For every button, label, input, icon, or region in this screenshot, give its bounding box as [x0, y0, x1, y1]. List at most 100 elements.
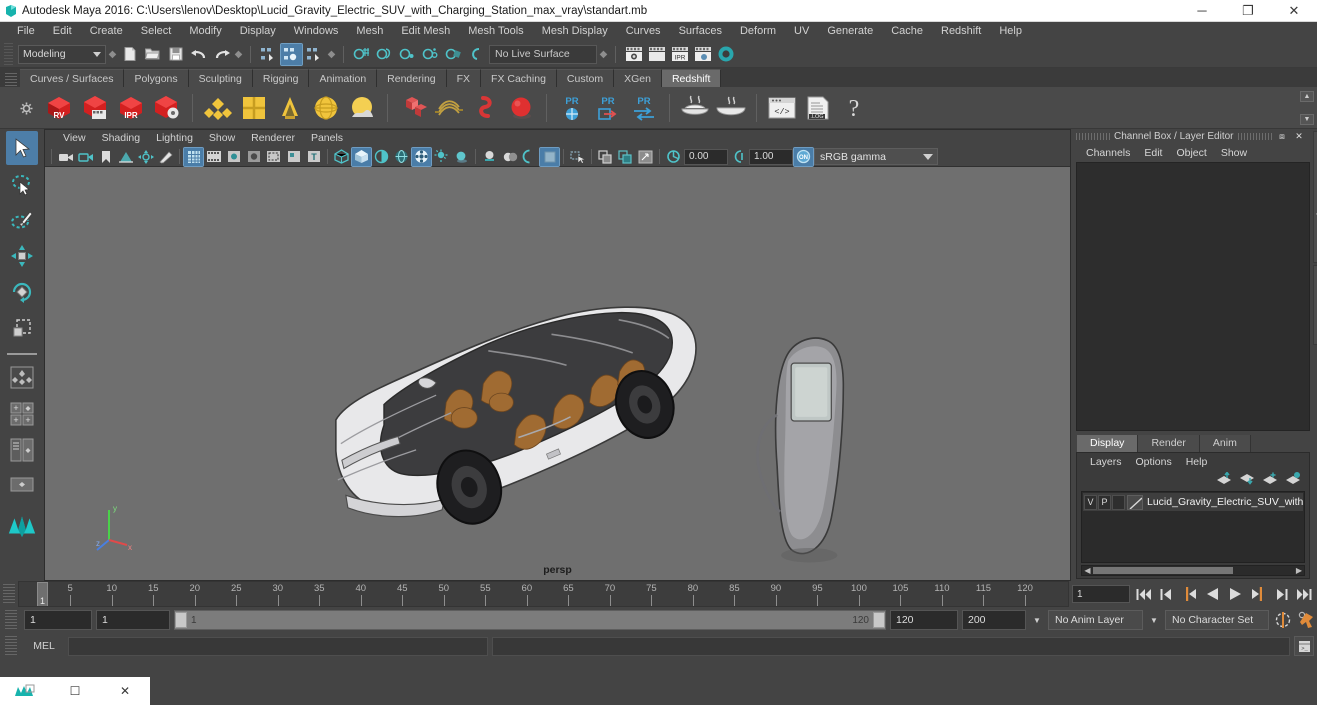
display-layer-list[interactable]: V P Lucid_Gravity_Electric_SUV_with — [1081, 491, 1306, 563]
ipr-render-icon[interactable]: IPR — [669, 44, 690, 65]
menu-display[interactable]: Display — [231, 22, 285, 41]
redshift-dome-light-icon[interactable] — [309, 91, 343, 125]
shelf-tab-curves-surfaces[interactable]: Curves / Surfaces — [20, 69, 125, 87]
statusline-grip[interactable] — [4, 43, 13, 65]
side-tab-attribute-editor[interactable]: Attribute Editor — [1313, 264, 1317, 346]
viewport-menu-view[interactable]: View — [55, 130, 94, 147]
menu-curves[interactable]: Curves — [617, 22, 670, 41]
animation-settings-icon[interactable] — [1297, 611, 1317, 630]
scrollbar-thumb[interactable] — [1093, 567, 1233, 574]
paint-select-tool[interactable] — [6, 203, 38, 237]
shelf-tab-animation[interactable]: Animation — [309, 69, 378, 87]
shelf-tab-xgen[interactable]: XGen — [614, 69, 662, 87]
select-camera-icon[interactable] — [56, 148, 75, 166]
color-space-selector[interactable]: sRGB gamma — [814, 148, 938, 165]
menu-mesh-display[interactable]: Mesh Display — [533, 22, 617, 41]
gamma-icon[interactable] — [729, 148, 748, 166]
layer-menu-help[interactable]: Help — [1179, 456, 1215, 468]
motion-blur-icon[interactable] — [480, 148, 499, 166]
redshift-render-view-icon[interactable]: RV — [42, 91, 76, 125]
shelf-tab-fx[interactable]: FX — [446, 69, 482, 87]
undo-icon[interactable] — [188, 44, 209, 65]
menu-generate[interactable]: Generate — [818, 22, 882, 41]
separator-collapse-icon-3[interactable]: ◆ — [327, 44, 336, 64]
image-plane-icon[interactable] — [116, 148, 135, 166]
play-backwards-icon[interactable] — [1202, 585, 1222, 604]
select-by-object-type-icon[interactable] — [280, 42, 303, 66]
shaded-wireframe-icon[interactable] — [372, 148, 391, 166]
layout-hypergraph-icon[interactable] — [6, 469, 38, 503]
film-gate-icon[interactable] — [204, 148, 223, 166]
command-grip[interactable] — [5, 636, 17, 656]
command-language-label[interactable]: MEL — [24, 640, 64, 652]
new-layer-from-selection-icon[interactable] — [1285, 471, 1301, 488]
menu-create[interactable]: Create — [81, 22, 132, 41]
scroll-left-icon[interactable]: ◀ — [1082, 566, 1093, 575]
viewport-menu-renderer[interactable]: Renderer — [243, 130, 303, 147]
snap-to-point-icon[interactable] — [397, 44, 418, 65]
exposure-field[interactable]: 0.00 — [684, 148, 728, 165]
pr-swap-icon[interactable]: PR — [627, 91, 661, 125]
move-tool[interactable] — [6, 239, 38, 273]
live-surface-field[interactable]: No Live Surface — [489, 44, 597, 64]
shelf-tab-custom[interactable]: Custom — [556, 69, 615, 87]
step-back-frame-icon[interactable] — [1179, 585, 1199, 604]
redshift-render-sequence-icon[interactable] — [78, 91, 112, 125]
range-slider-left-handle[interactable] — [175, 612, 187, 628]
redshift-sphere-icon[interactable] — [504, 91, 538, 125]
open-scene-icon[interactable] — [142, 44, 163, 65]
menu-surfaces[interactable]: Surfaces — [670, 22, 731, 41]
character-set-chevron-icon[interactable]: ▼ — [1147, 616, 1161, 625]
safe-title-icon[interactable] — [284, 148, 303, 166]
shelf-scroll-down-icon[interactable]: ▼ — [1300, 114, 1314, 125]
layer-horizontal-scrollbar[interactable]: ◀ ▶ — [1081, 565, 1306, 576]
camera-attributes-icon[interactable] — [76, 148, 95, 166]
redshift-matte-icon[interactable] — [237, 91, 271, 125]
close-button[interactable]: ✕ — [1271, 0, 1317, 22]
use-all-lights-icon[interactable] — [411, 146, 432, 167]
menu-deform[interactable]: Deform — [731, 22, 785, 41]
bookmark-icon[interactable] — [96, 148, 115, 166]
move-layer-up-icon[interactable] — [1216, 470, 1232, 488]
redo-icon[interactable] — [211, 44, 232, 65]
channelbox-menu-object[interactable]: Object — [1169, 147, 1213, 159]
layer-visibility-toggle[interactable]: V — [1084, 494, 1097, 510]
move-layer-down-icon[interactable] — [1239, 472, 1255, 488]
anim-layer-chevron-icon[interactable]: ▼ — [1030, 616, 1044, 625]
scale-tool[interactable] — [6, 311, 38, 345]
menu-set-selector[interactable]: Modeling — [18, 44, 106, 64]
current-time-field[interactable]: 1 — [1072, 585, 1130, 603]
separator-collapse-icon[interactable]: ◆ — [108, 44, 117, 64]
animation-preferences-icon[interactable] — [1273, 611, 1293, 630]
menu-windows[interactable]: Windows — [285, 22, 348, 41]
viewport-menu-show[interactable]: Show — [201, 130, 243, 147]
rotate-tool[interactable] — [6, 275, 38, 309]
smooth-shading-icon[interactable] — [351, 146, 372, 167]
undock-icon[interactable]: ⧈ — [1276, 130, 1289, 143]
redshift-light-icon[interactable] — [273, 91, 307, 125]
time-slider[interactable]: 1 5 10 15 20 25 30 35 40 45 50 55 60 65 70 75 80 85 90 95 1… — [18, 581, 1069, 607]
layout-four-pane-icon[interactable]: + + + — [6, 397, 38, 431]
snap-to-grid-icon[interactable] — [351, 44, 372, 65]
script-editor-icon[interactable]: </> — [765, 91, 799, 125]
log-file-icon[interactable]: .LOG — [801, 91, 835, 125]
step-forward-frame-icon[interactable] — [1248, 585, 1268, 604]
multisample-aa-icon[interactable] — [500, 148, 519, 166]
snap-to-curve-icon[interactable] — [374, 44, 395, 65]
select-tool[interactable] — [6, 131, 38, 165]
command-input[interactable] — [68, 636, 488, 656]
make-live-icon[interactable] — [466, 44, 487, 65]
pr-export-icon[interactable]: PR — [591, 91, 625, 125]
shelf-tab-polygons[interactable]: Polygons — [124, 69, 189, 87]
dock-grip-2[interactable] — [1237, 133, 1272, 140]
select-by-component-icon[interactable] — [304, 44, 325, 65]
new-scene-icon[interactable] — [119, 44, 140, 65]
menu-edit[interactable]: Edit — [44, 22, 81, 41]
new-layer-icon[interactable] — [1262, 472, 1278, 488]
step-forward-keyframe-icon[interactable] — [1271, 585, 1291, 604]
depth-of-field-icon[interactable] — [520, 148, 539, 166]
channelbox-menu-edit[interactable]: Edit — [1137, 147, 1169, 159]
taskbar-close-icon[interactable]: ✕ — [100, 684, 150, 698]
menu-uv[interactable]: UV — [785, 22, 818, 41]
snap-to-projected-center-icon[interactable] — [420, 44, 441, 65]
